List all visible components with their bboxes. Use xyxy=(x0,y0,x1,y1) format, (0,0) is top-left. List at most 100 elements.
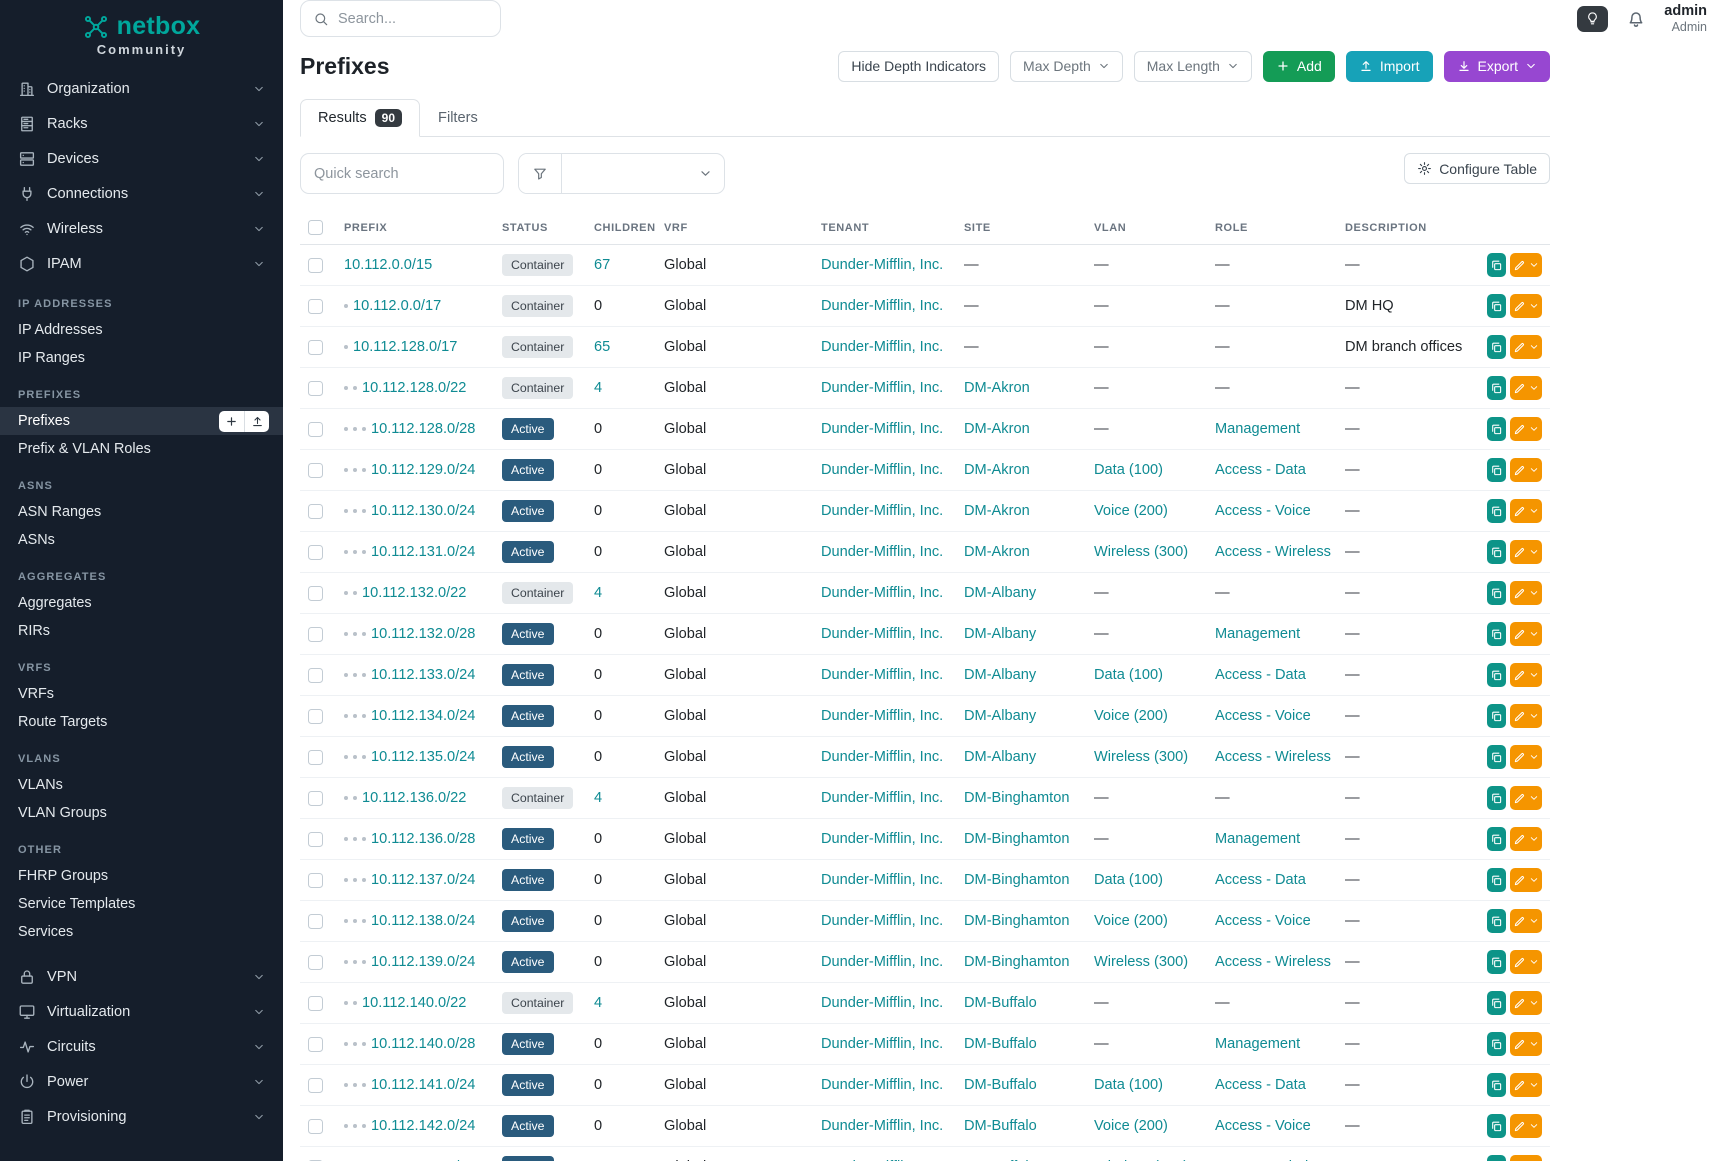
row-checkbox[interactable] xyxy=(308,258,323,273)
tenant-link[interactable]: Dunder-Mifflin, Inc. xyxy=(821,831,943,847)
prefix-link[interactable]: 10.112.135.0/24 xyxy=(371,749,475,765)
tenant-link[interactable]: Dunder-Mifflin, Inc. xyxy=(821,872,943,888)
sidebar-item-circuits[interactable]: Circuits xyxy=(0,1029,283,1064)
edit-button[interactable] xyxy=(1510,1032,1542,1056)
site-link[interactable]: DM-Akron xyxy=(964,544,1030,560)
quick-import-button[interactable] xyxy=(244,411,269,432)
hide-depth-indicators-button[interactable]: Hide Depth Indicators xyxy=(838,51,999,82)
role-link[interactable]: Management xyxy=(1215,831,1300,847)
sidebar-item-virtualization[interactable]: Virtualization xyxy=(0,994,283,1029)
copy-button[interactable] xyxy=(1487,827,1506,851)
sidebar-item-vlans[interactable]: VLANs xyxy=(0,771,283,799)
site-link[interactable]: DM-Akron xyxy=(964,462,1030,478)
site-link[interactable]: DM-Binghamton xyxy=(964,872,1069,888)
sidebar-item-service-templates[interactable]: Service Templates xyxy=(0,890,283,918)
prefix-link[interactable]: 10.112.129.0/24 xyxy=(371,462,475,478)
role-link[interactable]: Management xyxy=(1215,1036,1300,1052)
role-link[interactable]: Access - Voice xyxy=(1215,708,1311,724)
prefix-link[interactable]: 10.112.139.0/24 xyxy=(371,954,475,970)
row-checkbox[interactable] xyxy=(308,545,323,560)
tenant-link[interactable]: Dunder-Mifflin, Inc. xyxy=(821,995,943,1011)
sidebar-item-vlan-groups[interactable]: VLAN Groups xyxy=(0,799,283,827)
sidebar-item-ipam[interactable]: IPAM xyxy=(0,246,283,281)
quick-search-input[interactable] xyxy=(300,153,504,194)
site-link[interactable]: DM-Albany xyxy=(964,585,1036,601)
site-link[interactable]: DM-Albany xyxy=(964,708,1036,724)
children-count-link[interactable]: 4 xyxy=(594,995,602,1011)
edit-button[interactable] xyxy=(1510,827,1542,851)
tenant-link[interactable]: Dunder-Mifflin, Inc. xyxy=(821,667,943,683)
export-dropdown-button[interactable]: Export xyxy=(1444,51,1550,82)
sidebar-item-vrfs[interactable]: VRFs xyxy=(0,680,283,708)
edit-button[interactable] xyxy=(1510,458,1542,482)
prefix-link[interactable]: 10.112.132.0/28 xyxy=(371,626,475,642)
role-link[interactable]: Access - Voice xyxy=(1215,913,1311,929)
edit-button[interactable] xyxy=(1510,1155,1542,1161)
column-header-role[interactable]: ROLE xyxy=(1207,211,1337,245)
tenant-link[interactable]: Dunder-Mifflin, Inc. xyxy=(821,626,943,642)
sidebar-item-prefixes[interactable]: Prefixes xyxy=(0,407,283,435)
row-checkbox[interactable] xyxy=(308,709,323,724)
site-link[interactable]: DM-Akron xyxy=(964,421,1030,437)
tenant-link[interactable]: Dunder-Mifflin, Inc. xyxy=(821,708,943,724)
tenant-link[interactable]: Dunder-Mifflin, Inc. xyxy=(821,954,943,970)
sidebar-item-vpn[interactable]: VPN xyxy=(0,959,283,994)
column-header-vrf[interactable]: VRF xyxy=(656,211,813,245)
role-link[interactable]: Access - Data xyxy=(1215,462,1306,478)
copy-button[interactable] xyxy=(1487,622,1506,646)
copy-button[interactable] xyxy=(1487,1073,1506,1097)
vlan-link[interactable]: Voice (200) xyxy=(1094,503,1168,519)
row-checkbox[interactable] xyxy=(308,381,323,396)
edit-button[interactable] xyxy=(1510,704,1542,728)
tenant-link[interactable]: Dunder-Mifflin, Inc. xyxy=(821,790,943,806)
role-link[interactable]: Access - Data xyxy=(1215,1077,1306,1093)
edit-button[interactable] xyxy=(1510,417,1542,441)
sidebar-item-racks[interactable]: Racks xyxy=(0,106,283,141)
row-checkbox[interactable] xyxy=(308,586,323,601)
import-button[interactable]: Import xyxy=(1346,51,1433,82)
copy-button[interactable] xyxy=(1487,745,1506,769)
tab-results[interactable]: Results 90 xyxy=(300,99,420,137)
edit-button[interactable] xyxy=(1510,294,1542,318)
sidebar-item-fhrp-groups[interactable]: FHRP Groups xyxy=(0,862,283,890)
row-checkbox[interactable] xyxy=(308,340,323,355)
copy-button[interactable] xyxy=(1487,1032,1506,1056)
copy-button[interactable] xyxy=(1487,294,1506,318)
sidebar-item-aggregates[interactable]: Aggregates xyxy=(0,589,283,617)
configure-table-button[interactable]: Configure Table xyxy=(1404,153,1550,184)
vlan-link[interactable]: Data (100) xyxy=(1094,1077,1163,1093)
column-header-prefix[interactable]: PREFIX xyxy=(336,211,494,245)
role-link[interactable]: Access - Wireless xyxy=(1215,749,1331,765)
edit-button[interactable] xyxy=(1510,1073,1542,1097)
column-header-children[interactable]: CHILDREN xyxy=(586,211,656,245)
prefix-link[interactable]: 10.112.137.0/24 xyxy=(371,872,475,888)
prefix-link[interactable]: 10.112.128.0/22 xyxy=(362,380,466,396)
row-checkbox[interactable] xyxy=(308,1037,323,1052)
row-checkbox[interactable] xyxy=(308,1119,323,1134)
site-link[interactable]: DM-Albany xyxy=(964,749,1036,765)
tab-filters[interactable]: Filters xyxy=(420,99,496,137)
sidebar-item-wireless[interactable]: Wireless xyxy=(0,211,283,246)
row-checkbox[interactable] xyxy=(308,832,323,847)
sidebar-item-services[interactable]: Services xyxy=(0,918,283,946)
role-link[interactable]: Access - Data xyxy=(1215,667,1306,683)
prefix-link[interactable]: 10.112.0.0/17 xyxy=(353,298,441,314)
edit-button[interactable] xyxy=(1510,991,1542,1015)
copy-button[interactable] xyxy=(1487,1114,1506,1138)
role-link[interactable]: Management xyxy=(1215,421,1300,437)
children-count-link[interactable]: 67 xyxy=(594,257,610,273)
row-checkbox[interactable] xyxy=(308,422,323,437)
tenant-link[interactable]: Dunder-Mifflin, Inc. xyxy=(821,503,943,519)
sidebar-item-route-targets[interactable]: Route Targets xyxy=(0,708,283,736)
row-checkbox[interactable] xyxy=(308,873,323,888)
vlan-link[interactable]: Data (100) xyxy=(1094,667,1163,683)
add-button[interactable]: Add xyxy=(1263,51,1335,82)
brand[interactable]: netbox Community xyxy=(0,0,283,63)
row-checkbox[interactable] xyxy=(308,914,323,929)
prefix-link[interactable]: 10.112.128.0/28 xyxy=(371,421,475,437)
copy-button[interactable] xyxy=(1487,417,1506,441)
sidebar-item-organization[interactable]: Organization xyxy=(0,71,283,106)
sidebar-item-asns[interactable]: ASNs xyxy=(0,526,283,554)
site-link[interactable]: DM-Binghamton xyxy=(964,954,1069,970)
select-all-checkbox[interactable] xyxy=(308,220,323,235)
